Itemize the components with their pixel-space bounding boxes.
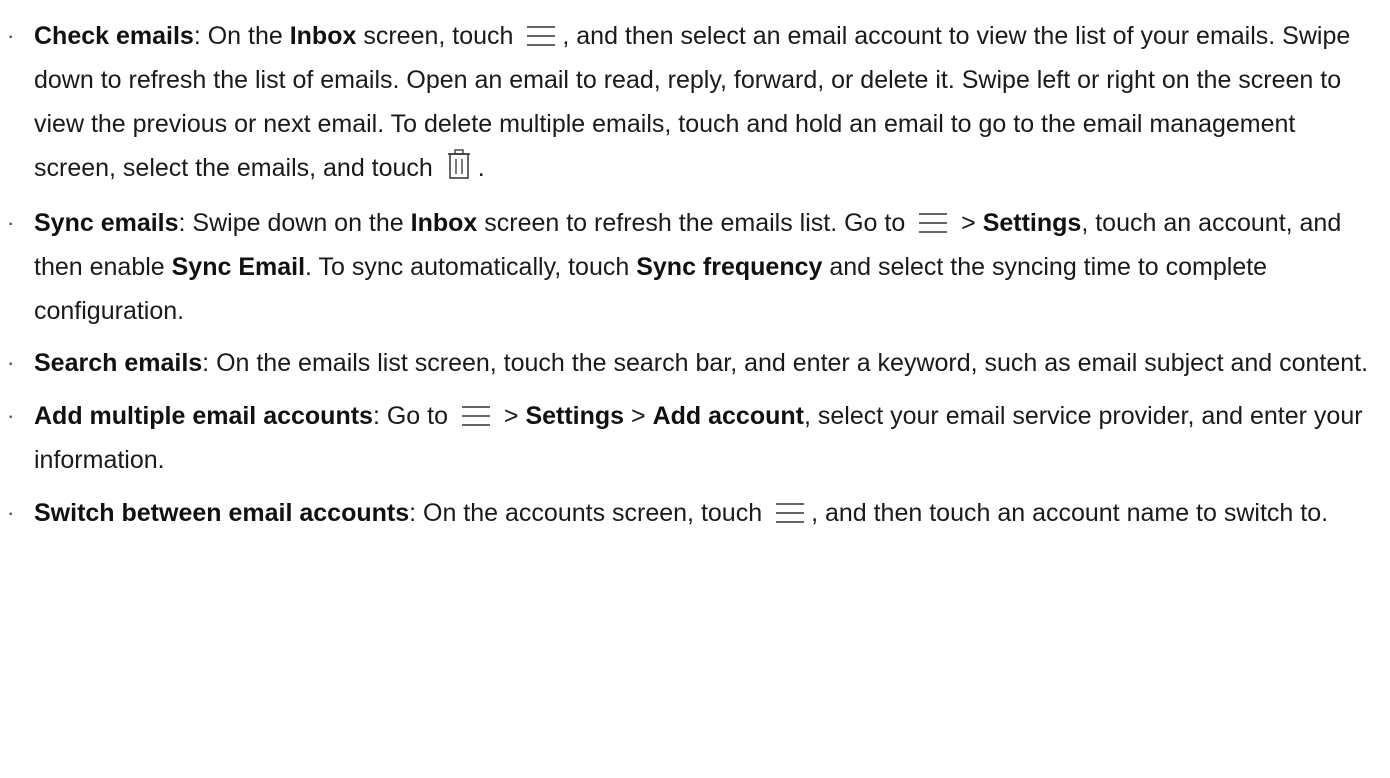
bullet: · [7, 500, 15, 525]
item-title: Sync emails [34, 209, 179, 237]
list-item-switch-accounts: · Switch between email accounts: On the … [0, 491, 1390, 535]
list-item-search-emails: · Search emails: On the emails list scre… [0, 341, 1390, 385]
bullet: · [7, 210, 15, 235]
menu-icon [918, 212, 948, 234]
bullet: · [7, 403, 15, 428]
menu-icon [775, 502, 805, 524]
item-title: Add multiple email accounts [34, 402, 373, 430]
item-title: Search emails [34, 349, 203, 377]
bullet: · [7, 350, 15, 375]
trash-icon [446, 149, 472, 179]
list-item-sync-emails: · Sync emails: Swipe down on the Inbox s… [0, 201, 1390, 333]
item-title: Switch between email accounts [34, 499, 410, 527]
list-item-check-emails: · Check emails: On the Inbox screen, tou… [0, 14, 1390, 190]
feature-list: · Check emails: On the Inbox screen, tou… [0, 0, 1390, 535]
bullet: · [7, 23, 15, 48]
list-item-add-accounts: · Add multiple email accounts: Go to > S… [0, 394, 1390, 482]
item-title: Check emails [34, 22, 194, 50]
menu-icon [461, 405, 491, 427]
menu-icon [526, 25, 556, 47]
